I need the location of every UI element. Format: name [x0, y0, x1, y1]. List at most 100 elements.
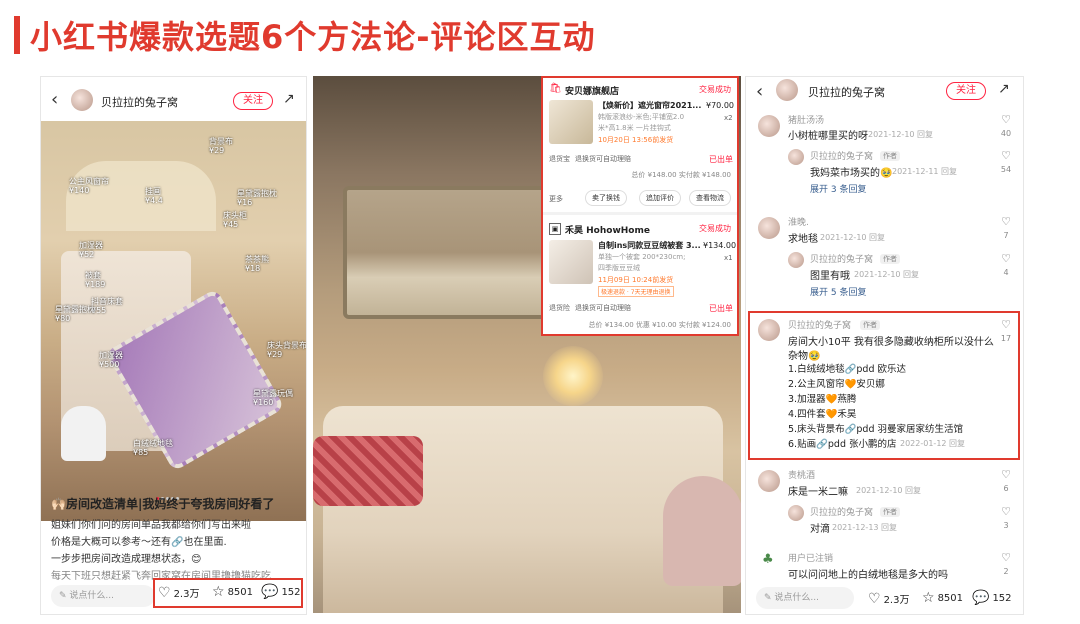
- follow-button[interactable]: 关注: [233, 92, 273, 110]
- product-price: ¥70.00: [706, 101, 734, 110]
- comment-text: 小树桩哪里买的呀: [788, 131, 868, 142]
- plant-icon: ♣: [762, 552, 774, 567]
- comment-time[interactable]: 2021-12-13 回复: [832, 522, 897, 533]
- product-title[interactable]: 自制ins同款豆豆绒被套 3...: [598, 240, 701, 251]
- comment-button[interactable]: 💬 152: [261, 585, 301, 599]
- username[interactable]: 贝拉拉的兔子窝: [101, 94, 178, 110]
- expand-replies[interactable]: 展开 3 条回复: [810, 182, 866, 195]
- tag-label: 星黛露抱枕 ¥16: [237, 189, 277, 207]
- like-button[interactable]: ♡ 2.3万: [868, 591, 909, 607]
- service-label: 退货险: [549, 304, 570, 312]
- heart-icon[interactable]: ♡: [996, 113, 1016, 126]
- expand-replies[interactable]: 展开 5 条回复: [810, 285, 866, 298]
- commenter-name[interactable]: 贝拉拉的兔子窝: [810, 505, 873, 518]
- product-spec: 四季版豆豆绒: [598, 264, 640, 272]
- avatar[interactable]: [776, 79, 798, 101]
- tag-label: 公主风窗帘 ¥140: [69, 177, 109, 195]
- product-price: ¥134.00: [703, 241, 737, 250]
- page-title: 小红书爆款选题6个方法论-评论区互动: [30, 18, 596, 56]
- product-qty: x1: [724, 254, 733, 262]
- shop-name[interactable]: 禾昊 HohowHome: [565, 223, 650, 236]
- commenter-avatar[interactable]: [758, 115, 780, 137]
- product-thumbnail[interactable]: [549, 240, 593, 284]
- commenter-name[interactable]: 用户已注销: [788, 551, 833, 564]
- commenter-avatar[interactable]: [758, 470, 780, 492]
- plush-toy: [663, 476, 741, 586]
- star-icon: ☆: [922, 590, 935, 606]
- share-icon[interactable]: ↗: [283, 91, 295, 107]
- post-line: 姐妹们你们问的房间单品我都给你们写出来啦: [51, 520, 251, 531]
- comment-time[interactable]: 2021-12-10 回复: [820, 232, 885, 243]
- heart-icon: ♡: [158, 584, 171, 601]
- commenter-name[interactable]: 贝拉拉的兔子窝: [810, 252, 873, 265]
- order-status: 交易成功: [699, 85, 731, 94]
- order-status: 交易成功: [699, 224, 731, 233]
- commenter-avatar[interactable]: [788, 149, 804, 165]
- heart-icon[interactable]: ♡: [996, 215, 1016, 228]
- tag-label: 背景布 ¥29: [209, 137, 233, 155]
- commenter-name[interactable]: 责桃酒: [788, 468, 815, 481]
- comment-time[interactable]: 2021-12-10 回复: [854, 269, 919, 280]
- comment-button[interactable]: 💬 152: [972, 591, 1012, 605]
- like-button[interactable]: ♡ 2.3万: [158, 584, 199, 601]
- comment-input[interactable]: ✎ 说点什么...: [51, 585, 155, 607]
- author-tag: 作者: [880, 507, 900, 517]
- star-count: 8501: [937, 592, 964, 604]
- post-title: 🙌🏻房间改造清单|我妈终于夸我房间好看了: [51, 497, 275, 511]
- post-line: 价格是大概可以参考～还有🔗也在里面.: [51, 537, 227, 548]
- comment-icon: 💬: [261, 584, 279, 600]
- comment-text: 可以问问地上的白绒地毯是多大的吗: [788, 570, 948, 581]
- commenter-avatar[interactable]: [788, 505, 804, 521]
- share-icon[interactable]: ↗: [998, 81, 1010, 97]
- commenter-name[interactable]: 贝拉拉的兔子窝: [810, 149, 873, 162]
- heart-icon[interactable]: ♡: [996, 505, 1016, 518]
- comment-text: 对滴: [810, 524, 830, 535]
- more-link[interactable]: 更多: [549, 194, 563, 204]
- tag-label: 星黛露抱枕 ¥80: [55, 305, 95, 323]
- heart-icon[interactable]: ♡: [996, 252, 1016, 265]
- product-spec: 单独一个被套 200*230cm;: [598, 253, 686, 261]
- room-photo[interactable]: 背景布 ¥29 公主风窗帘 ¥140 挂画 ¥4.4 星黛露抱枕 ¥16 床头柜 ¥45 …: [41, 121, 306, 521]
- sell-button[interactable]: 卖了换钱: [585, 190, 627, 206]
- heart-icon[interactable]: ♡: [996, 551, 1016, 564]
- heart-icon[interactable]: ♡: [996, 149, 1016, 162]
- comment-text: 求地毯: [788, 234, 818, 245]
- review-button[interactable]: 追加评价: [639, 190, 681, 206]
- ship-date: 10月20日 13:56前发货: [598, 136, 674, 144]
- tag-label: 加湿器 ¥52: [79, 241, 103, 259]
- collect-button[interactable]: ☆ 8501: [922, 591, 963, 605]
- back-arrow-icon[interactable]: ‹: [51, 89, 58, 110]
- refund-badge: 极速退款 · 7天无理由退换: [598, 286, 674, 297]
- comment-icon: 💬: [972, 590, 990, 606]
- commenter-name[interactable]: 猪肚汤汤: [788, 113, 824, 126]
- comment-input[interactable]: ✎ 说点什么...: [756, 587, 854, 609]
- commenter-avatar[interactable]: [758, 217, 780, 239]
- like-count: 3: [1003, 521, 1009, 530]
- star-count: 8501: [227, 586, 254, 598]
- comment-time[interactable]: 2021-12-10 回复: [856, 485, 921, 496]
- username[interactable]: 贝拉拉的兔子窝: [808, 84, 885, 100]
- shop-name[interactable]: 安贝娜旗舰店: [565, 84, 619, 97]
- tag-label: 星黛露玩偶 ¥160: [253, 389, 293, 407]
- divider: [543, 212, 737, 215]
- avatar[interactable]: [71, 89, 93, 111]
- order-total: 总价 ¥134.00 优惠 ¥10.00 实付款 ¥124.00: [588, 321, 731, 329]
- service-desc: 退换货可自动理赔: [575, 304, 631, 312]
- logistics-button[interactable]: 查看物流: [689, 190, 731, 206]
- back-arrow-icon[interactable]: ‹: [756, 81, 763, 102]
- commenter-avatar[interactable]: [788, 252, 804, 268]
- product-thumbnail[interactable]: [549, 100, 593, 144]
- like-count: 7: [1003, 231, 1009, 240]
- follow-button[interactable]: 关注: [946, 82, 986, 100]
- shop-icon: 🛍: [549, 83, 562, 94]
- commenter-name[interactable]: 淮晚.: [788, 215, 809, 228]
- tag-label: 床头背景布 ¥29: [267, 341, 306, 359]
- heart-icon[interactable]: ♡: [996, 468, 1016, 481]
- collect-button[interactable]: ☆ 8501: [212, 585, 253, 599]
- comment-time[interactable]: 2021-12-11 回复: [892, 166, 957, 177]
- pillow: [313, 436, 423, 506]
- product-title[interactable]: 【焕新价】遮光窗帘2021...: [598, 100, 701, 111]
- comment-time[interactable]: 2021-12-10 回复: [868, 129, 933, 140]
- post-line: 一步步把房间改造成理想状态，😊: [51, 554, 202, 565]
- like-count: 6: [1003, 484, 1009, 493]
